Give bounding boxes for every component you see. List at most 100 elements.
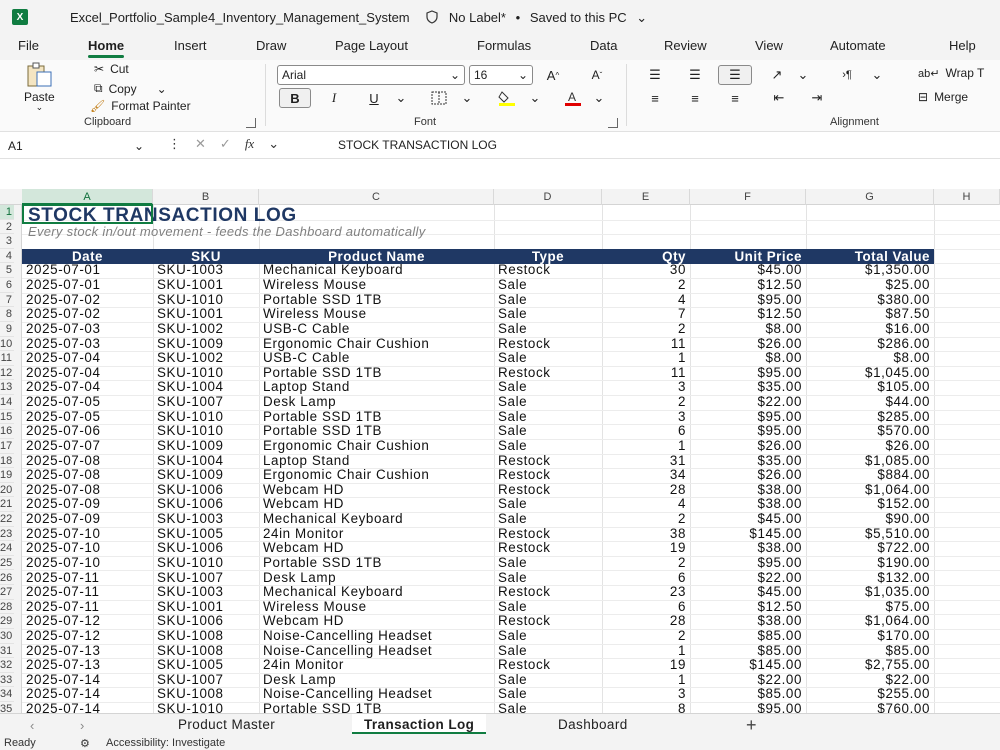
cell-total-value[interactable]: $1,064.00 [806,614,934,629]
column-header-c[interactable]: C [259,189,494,205]
wrap-text-button[interactable]: ab↵ Wrap T [918,66,984,80]
cell-total-value[interactable]: $722.00 [806,541,934,556]
cell-type[interactable]: Sale [494,556,602,571]
cell-product-name[interactable]: Portable SSD 1TB [259,366,494,381]
cell-type[interactable]: Sale [494,702,602,713]
cell-product-name[interactable]: USB-C Cable [259,322,494,337]
copy-button[interactable]: ⧉ Copy ⌄ [94,81,167,96]
row-header[interactable]: 29 [0,614,14,629]
cell-total-value[interactable]: $190.00 [806,556,934,571]
row-header[interactable]: 5 [0,263,14,279]
cell-sku[interactable]: SKU-1007 [153,395,259,410]
more-options-icon[interactable]: ⋮ [168,136,181,152]
cell-date[interactable]: 2025-07-04 [22,366,153,381]
cell-type[interactable]: Sale [494,307,602,322]
cell-date[interactable]: 2025-07-08 [22,468,153,483]
cell-qty[interactable]: 34 [602,468,690,483]
row-header[interactable]: 28 [0,599,14,615]
italic-button[interactable]: I [322,88,346,108]
cell-type[interactable]: Sale [494,629,602,644]
cell-product-name[interactable]: 24in Monitor [259,658,494,673]
cell-unit-price[interactable]: $12.50 [690,278,806,293]
cell-total-value[interactable]: $90.00 [806,512,934,527]
increase-indent-icon[interactable]: ⇥ [806,88,828,108]
cell-qty[interactable]: 6 [602,571,690,586]
align-bottom-icon[interactable]: ☰ [718,65,752,85]
row-header[interactable]: 1 [0,205,14,220]
worksheet-grid[interactable]: ABCDEFGH 1 2 3 4 5 6 7 8 9 10 11 12 13 14 15 16 17 18 19 20… [0,189,1000,713]
cell-date[interactable]: 2025-07-11 [22,600,153,615]
row-header[interactable]: 11 [0,351,14,366]
column-header-h[interactable]: H [934,189,1000,205]
chevron-down-icon[interactable]: ⌄ [636,10,647,25]
cell-product-name[interactable]: Webcam HD [259,483,494,498]
cell-total-value[interactable]: $570.00 [806,424,934,439]
cell-qty[interactable]: 1 [602,644,690,659]
decrease-indent-icon[interactable]: ⇤ [768,88,790,108]
cell-qty[interactable]: 2 [602,395,690,410]
cell-unit-price[interactable]: $95.00 [690,424,806,439]
cell-date[interactable]: 2025-07-05 [22,395,153,410]
chevron-down-icon[interactable]: ⌄ [460,88,474,108]
cell-type[interactable]: Sale [494,673,602,688]
cell-sku[interactable]: SKU-1010 [153,410,259,425]
cell-product-name[interactable]: Mechanical Keyboard [259,512,494,527]
cell-sku[interactable]: SKU-1003 [153,263,259,278]
chevron-down-icon[interactable]: ⌄ [528,88,542,108]
row-header[interactable]: 16 [0,424,14,439]
cell-sku[interactable]: SKU-1007 [153,673,259,688]
row-header[interactable]: 10 [0,336,14,352]
cell-unit-price[interactable]: $45.00 [690,263,806,278]
cell-type[interactable]: Restock [494,366,602,381]
cell-sku[interactable]: SKU-1009 [153,337,259,352]
cell-total-value[interactable]: $2,755.00 [806,658,934,673]
row-header[interactable]: 31 [0,643,14,659]
cell-unit-price[interactable]: $38.00 [690,614,806,629]
cut-button[interactable]: ✂ Cut [94,62,129,76]
cell-total-value[interactable]: $1,085.00 [806,454,934,469]
chevron-right-icon[interactable]: › [80,718,84,733]
clipboard-launcher-icon[interactable] [246,118,256,128]
cell-unit-price[interactable]: $12.50 [690,307,806,322]
cell-total-value[interactable]: $286.00 [806,337,934,352]
cell-type[interactable]: Restock [494,454,602,469]
name-box[interactable]: A1 ⌄ [4,136,148,156]
row-header[interactable]: 4 [0,248,14,264]
row-header[interactable]: 30 [0,628,14,644]
confirm-icon[interactable]: ✓ [220,136,231,152]
cancel-icon[interactable]: ✕ [195,136,206,152]
cell-qty[interactable]: 11 [602,337,690,352]
row-header[interactable]: 21 [0,497,14,512]
tab-view[interactable]: View [755,38,783,53]
row-header[interactable]: 6 [0,278,14,293]
cell-date[interactable]: 2025-07-02 [22,307,153,322]
align-right-icon[interactable]: ≡ [724,88,746,108]
font-size-select[interactable]: 16 ⌄ [469,65,533,85]
cell-date[interactable]: 2025-07-12 [22,629,153,644]
column-header-a[interactable]: A [22,189,153,205]
cell-unit-price[interactable]: $145.00 [690,658,806,673]
row-header[interactable]: 20 [0,482,14,498]
cell-date[interactable]: 2025-07-03 [22,322,153,337]
cell-unit-price[interactable]: $85.00 [690,644,806,659]
cell-product-name[interactable]: Portable SSD 1TB [259,556,494,571]
cell-date[interactable]: 2025-07-01 [22,278,153,293]
align-middle-icon[interactable]: ☰ [684,65,706,85]
cell-type[interactable]: Sale [494,439,602,454]
cell-qty[interactable]: 1 [602,673,690,688]
header-qty[interactable]: Qty [602,249,690,264]
cell-unit-price[interactable]: $38.00 [690,497,806,512]
cell-unit-price[interactable]: $26.00 [690,439,806,454]
column-header-b[interactable]: B [153,189,259,205]
row-header[interactable]: 25 [0,555,14,571]
cell-date[interactable]: 2025-07-14 [22,673,153,688]
cell-product-name[interactable]: Mechanical Keyboard [259,263,494,278]
cell-date[interactable]: 2025-07-05 [22,410,153,425]
cell-type[interactable]: Sale [494,497,602,512]
cell-total-value[interactable]: $26.00 [806,439,934,454]
cell-qty[interactable]: 19 [602,541,690,556]
cell-qty[interactable]: 38 [602,527,690,542]
cell-qty[interactable]: 2 [602,629,690,644]
cell-total-value[interactable]: $1,350.00 [806,263,934,278]
row-header[interactable]: 22 [0,512,14,527]
